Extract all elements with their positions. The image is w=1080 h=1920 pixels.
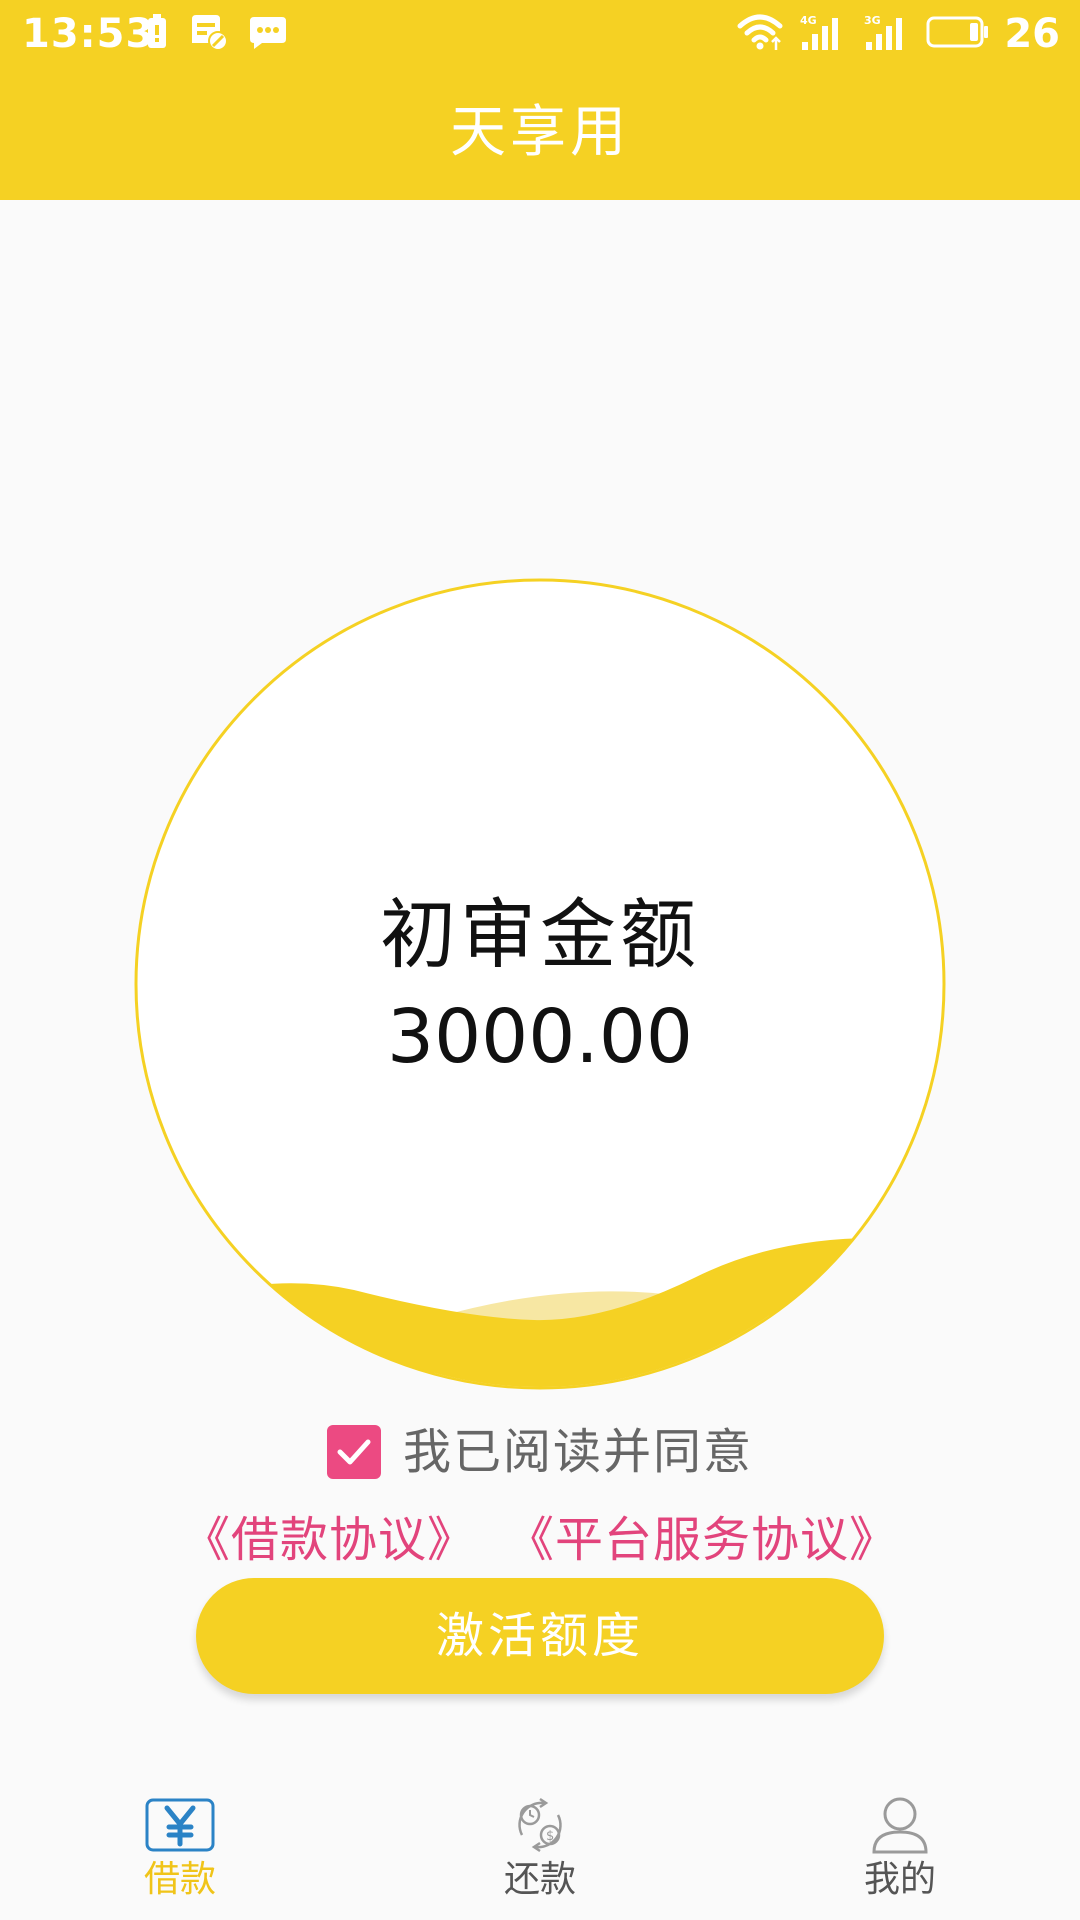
status-time: 13:53 — [22, 11, 155, 57]
battery-saver-icon — [146, 14, 168, 54]
status-bar: 13:53 4G 3G 26 — [0, 0, 1080, 68]
nav-label-repay: 还款 — [503, 1859, 576, 1900]
agreement-links: 《借款协议》 《平台服务协议》 — [0, 1508, 1080, 1572]
nav-label-borrow: 借款 — [143, 1859, 216, 1900]
nav-label-mine: 我的 — [863, 1859, 936, 1900]
app-header: 13:53 4G 3G 26 天享用 — [0, 0, 1080, 200]
user-icon — [864, 1790, 936, 1860]
wifi-icon — [736, 12, 784, 56]
nav-item-mine[interactable]: 我的 — [800, 1780, 1000, 1920]
message-icon — [248, 13, 288, 55]
signal-4g-label: 4G — [800, 14, 817, 27]
platform-service-agreement-link[interactable]: 《平台服务协议》 — [506, 1508, 898, 1572]
amount-circle — [134, 578, 946, 1390]
status-notification-icons — [146, 12, 288, 56]
amount-value: 3000.00 — [386, 994, 693, 1080]
yen-icon — [144, 1790, 216, 1860]
bottom-nav: 借款 $ 还款 我的 — [0, 1780, 1080, 1920]
status-right-group: 4G 3G 26 — [736, 10, 1060, 58]
repay-icon: $ — [504, 1790, 576, 1860]
signal-3g-icon: 3G — [862, 12, 912, 56]
activate-credit-button[interactable]: 激活额度 — [196, 1578, 884, 1694]
page-title: 天享用 — [450, 100, 630, 165]
agree-checkbox[interactable] — [326, 1425, 381, 1479]
battery-level: 26 — [1004, 11, 1060, 57]
battery-icon — [926, 15, 990, 53]
signal-4g-icon: 4G — [798, 12, 848, 56]
signal-3g-label: 3G — [864, 14, 881, 27]
checkmark-icon — [337, 1439, 371, 1465]
svg-text:$: $ — [546, 1829, 554, 1844]
nav-item-repay[interactable]: $ 还款 — [440, 1780, 640, 1920]
agree-text: 我已阅读并同意 — [402, 1424, 753, 1480]
loan-agreement-link[interactable]: 《借款协议》 — [182, 1508, 476, 1572]
nav-item-borrow[interactable]: 借款 — [80, 1780, 280, 1920]
transit-card-icon — [188, 13, 228, 55]
agreement-row: 我已阅读并同意 — [0, 1422, 1080, 1482]
amount-label: 初审金额 — [380, 890, 700, 979]
